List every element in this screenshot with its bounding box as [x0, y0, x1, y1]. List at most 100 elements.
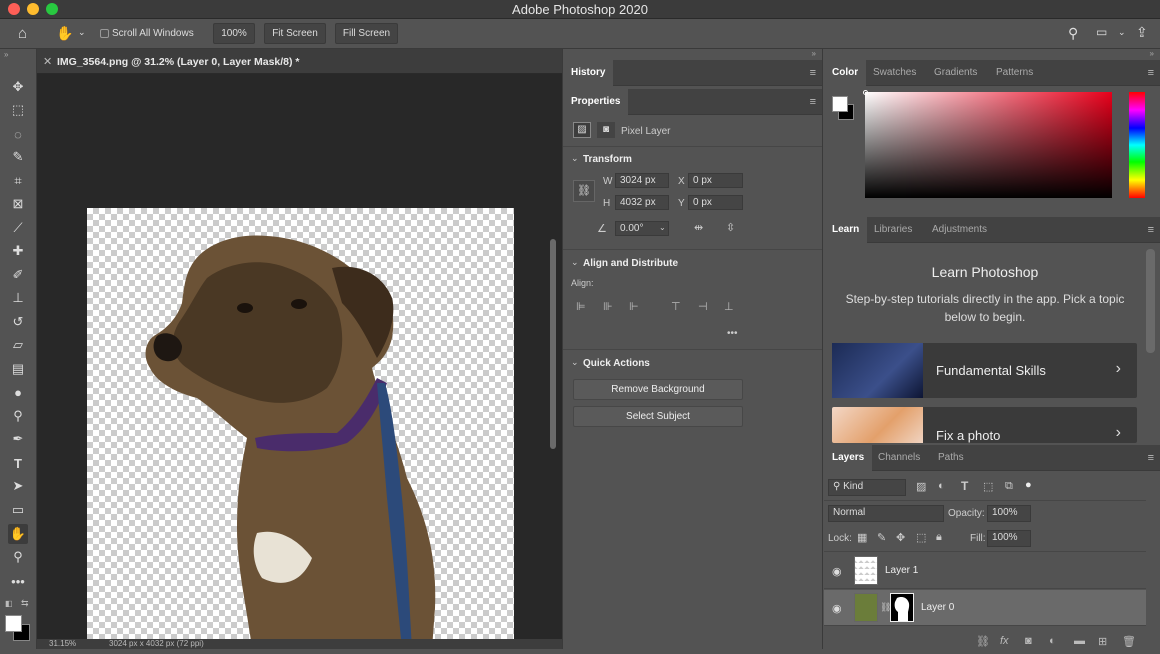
visibility-eye-icon[interactable]: ◉ [832, 602, 842, 615]
share-icon[interactable]: ⇪ [1136, 25, 1148, 39]
fg-color-chip[interactable] [832, 96, 848, 112]
filter-adjustment-icon[interactable]: ◐ [938, 480, 945, 492]
close-document-icon[interactable]: ✕ [43, 55, 52, 68]
opacity-field[interactable]: 100% [987, 505, 1031, 522]
blur-tool-icon[interactable]: ● [8, 382, 28, 402]
tab-color[interactable]: Color [824, 60, 867, 86]
eyedropper-tool-icon[interactable]: ⟋ [8, 218, 28, 238]
flip-vertical-icon[interactable]: ⇳ [726, 221, 735, 234]
fill-field[interactable]: 100% [987, 530, 1031, 547]
filter-shape-icon[interactable]: ⬚ [983, 480, 993, 493]
lock-artboard-icon[interactable]: ⬚ [916, 531, 926, 544]
link-icon[interactable]: ⛓ [573, 180, 595, 202]
tab-layers[interactable]: Layers [824, 445, 873, 471]
fill-screen-button[interactable]: Fill Screen [335, 23, 398, 44]
scroll-all-windows-checkbox[interactable] [100, 29, 109, 38]
tab-channels[interactable]: Channels [870, 445, 928, 471]
angle-chevron-icon[interactable]: ⌄ [659, 223, 666, 232]
new-layer-icon[interactable]: ⊞ [1098, 635, 1107, 648]
remove-background-button[interactable]: Remove Background [573, 379, 743, 400]
fundamental-skills-card[interactable]: Fundamental Skills › [832, 343, 1137, 398]
gradient-tool-icon[interactable]: ▤ [8, 359, 28, 379]
crop-tool-icon[interactable]: ⌗ [8, 171, 28, 191]
stamp-tool-icon[interactable]: ⊥ [8, 288, 28, 308]
quick-actions-chevron-icon[interactable]: ⌄ [571, 357, 579, 368]
lock-all-icon[interactable]: 🔒︎ [936, 531, 942, 544]
vertical-scrollbar[interactable] [550, 239, 556, 449]
flip-horizontal-icon[interactable]: ⇹ [694, 221, 703, 234]
zoom-tool-icon[interactable]: ⚲ [8, 547, 28, 567]
lock-position-icon[interactable]: ✥ [896, 531, 905, 544]
swap-colors-icon[interactable]: ⇆ [21, 598, 29, 609]
filter-toggle-icon[interactable]: ● [1025, 479, 1032, 491]
width-field[interactable]: 3024 px [615, 173, 669, 188]
document-tab[interactable]: ✕ IMG_3564.png @ 31.2% (Layer 0, Layer M… [37, 49, 562, 74]
history-menu-icon[interactable]: ≡ [810, 67, 816, 79]
color-menu-icon[interactable]: ≡ [1148, 67, 1154, 79]
workspace-chevron-icon[interactable]: ⌄ [1118, 28, 1126, 37]
pen-tool-icon[interactable]: ✒ [8, 429, 28, 449]
filter-kind-select[interactable]: ⚲ Kind [828, 479, 906, 496]
align-bottom-edges-icon[interactable]: ⊥ [724, 300, 734, 313]
learn-scrollbar[interactable] [1146, 249, 1155, 353]
tab-gradients[interactable]: Gradients [926, 60, 985, 86]
fx-icon[interactable]: fx [1000, 635, 1009, 647]
collapse-right-icon[interactable]: » [1150, 49, 1154, 58]
layer-mask-thumbnail[interactable] [890, 593, 914, 622]
align-top-edges-icon[interactable]: ⊤ [671, 300, 681, 313]
lock-transparent-icon[interactable]: ▦ [857, 531, 867, 544]
learn-menu-icon[interactable]: ≡ [1148, 224, 1154, 236]
fix-a-photo-card[interactable]: Fix a photo › [832, 407, 1137, 443]
tab-learn[interactable]: Learn [824, 217, 868, 243]
hand-tool-icon[interactable]: ✋ [8, 524, 28, 544]
layer-name[interactable]: Layer 1 [885, 565, 918, 576]
workspace-icon[interactable]: ▭ [1096, 26, 1107, 38]
healing-brush-icon[interactable]: ✚ [8, 241, 28, 261]
collapse-icon[interactable]: » [4, 50, 8, 59]
adjustment-layer-icon[interactable]: ◐ [1049, 635, 1056, 647]
chevron-down-icon[interactable]: ⌄ [78, 28, 86, 37]
status-zoom[interactable]: 31.15% [49, 639, 76, 648]
filter-type-icon[interactable]: T [961, 479, 968, 493]
image-canvas[interactable] [87, 208, 514, 649]
align-vertical-centers-icon[interactable]: ⊣ [698, 300, 708, 313]
rectangle-tool-icon[interactable]: ▭ [8, 500, 28, 520]
zoom-100-button[interactable]: 100% [213, 23, 255, 44]
history-brush-icon[interactable]: ↺ [8, 312, 28, 332]
tab-properties[interactable]: Properties [563, 89, 629, 115]
align-horizontal-centers-icon[interactable]: ⊪ [603, 300, 613, 313]
blend-mode-select[interactable]: Normal [828, 505, 944, 522]
hand-tool-icon[interactable]: ✋ [56, 26, 73, 40]
hue-slider[interactable] [1129, 92, 1145, 198]
marquee-tool-icon[interactable]: ⬚ [8, 100, 28, 120]
lock-image-icon[interactable]: ✎ [877, 531, 886, 544]
tab-patterns[interactable]: Patterns [988, 60, 1041, 86]
lasso-tool-icon[interactable]: ◌ [8, 124, 28, 144]
link-layers-icon[interactable]: ⛓ [976, 635, 990, 648]
visibility-eye-icon[interactable]: ◉ [832, 565, 842, 578]
move-tool-icon[interactable]: ✥ [8, 77, 28, 97]
tab-paths[interactable]: Paths [930, 445, 972, 471]
add-mask-icon[interactable]: ◙ [1025, 635, 1032, 647]
tab-adjustments[interactable]: Adjustments [924, 217, 995, 243]
layer-row-layer-0[interactable]: ◉ ⛓ Layer 0 [824, 590, 1146, 626]
more-options-icon[interactable]: ••• [727, 328, 738, 339]
transform-chevron-icon[interactable]: ⌄ [571, 153, 579, 164]
layer-row-layer-1[interactable]: ◉ Layer 1 [824, 553, 1146, 589]
more-tools-icon[interactable]: ••• [8, 571, 28, 591]
height-field[interactable]: 4032 px [615, 195, 669, 210]
path-select-tool-icon[interactable]: ➤ [8, 476, 28, 496]
type-tool-icon[interactable]: T [8, 453, 28, 473]
color-field[interactable] [865, 92, 1112, 198]
tab-swatches[interactable]: Swatches [865, 60, 924, 86]
search-icon[interactable]: ⚲ [1068, 26, 1078, 40]
collapse-panels-icon[interactable]: » [812, 49, 816, 58]
delete-layer-icon[interactable]: 🗑︎ [1122, 635, 1136, 648]
align-right-edges-icon[interactable]: ⊩ [629, 300, 639, 313]
fit-screen-button[interactable]: Fit Screen [264, 23, 326, 44]
align-left-edges-icon[interactable]: ⊫ [576, 300, 586, 313]
foreground-color-swatch[interactable] [5, 615, 22, 632]
new-group-icon[interactable]: ▬ [1074, 635, 1085, 647]
properties-menu-icon[interactable]: ≡ [810, 96, 816, 108]
layers-menu-icon[interactable]: ≡ [1148, 452, 1154, 464]
